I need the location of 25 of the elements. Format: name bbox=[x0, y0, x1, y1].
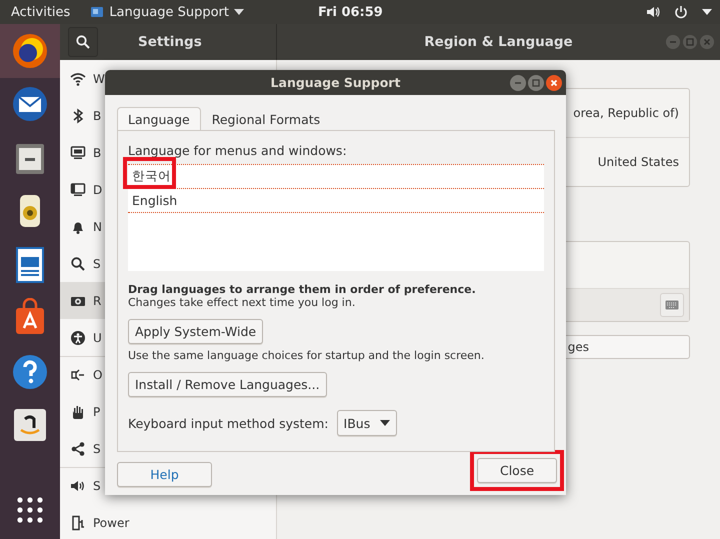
input-method-label: Keyboard input method system: bbox=[128, 416, 329, 430]
sidebar-label: B bbox=[93, 146, 102, 160]
sidebar-title: Settings bbox=[138, 34, 202, 50]
sidebar-label: Power bbox=[93, 516, 130, 530]
sidebar-label: N bbox=[93, 220, 102, 234]
dialog-title: Language Support bbox=[270, 75, 400, 90]
drag-hint: Drag languages to arrange them in order of preference. bbox=[128, 283, 476, 296]
sidebar-label: B bbox=[93, 108, 102, 122]
sidebar-label: R bbox=[93, 294, 102, 308]
apply-note: Use the same language choices for startup and the login screen. bbox=[128, 349, 484, 362]
sidebar-label: D bbox=[93, 182, 102, 196]
list-label: Language for menus and windows: bbox=[128, 143, 347, 158]
sidebar-label: W bbox=[93, 72, 105, 86]
language-name: English bbox=[132, 193, 178, 208]
sidebar-label: S bbox=[93, 256, 101, 270]
window-title: Region & Language bbox=[424, 34, 573, 50]
sidebar-label: S bbox=[93, 442, 101, 456]
sidebar-label: S bbox=[93, 479, 101, 493]
sidebar-label: O bbox=[93, 368, 102, 382]
formats-value: United States bbox=[598, 155, 679, 169]
language-name: 한국어 bbox=[132, 168, 171, 185]
sidebar-label: U bbox=[93, 330, 102, 344]
language-value: orea, Republic of) bbox=[573, 106, 679, 120]
drag-note: Changes take effect next time you log in. bbox=[128, 296, 356, 309]
sidebar-label: P bbox=[93, 404, 100, 418]
